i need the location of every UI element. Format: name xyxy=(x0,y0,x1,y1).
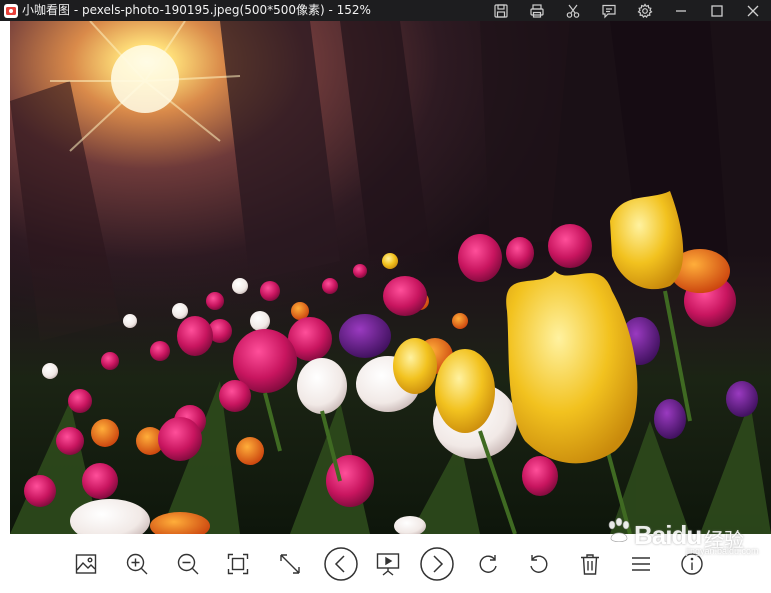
save-button[interactable] xyxy=(483,0,519,21)
actual-size-icon xyxy=(227,553,249,575)
settings-button[interactable] xyxy=(627,0,663,21)
rotate-right-button[interactable] xyxy=(472,548,504,580)
menu-button[interactable] xyxy=(625,548,657,580)
title-toolbar xyxy=(483,0,771,21)
open-image-button[interactable] xyxy=(70,548,102,580)
menu-icon xyxy=(632,557,650,571)
info-icon xyxy=(681,553,703,575)
title-bar: 小咖看图 - pexels-photo-190195.jpeg(500*500像… xyxy=(0,0,771,21)
zoom-out-icon xyxy=(177,553,199,575)
close-button[interactable] xyxy=(735,0,771,21)
close-icon xyxy=(747,5,759,16)
slideshow-button[interactable] xyxy=(372,548,404,580)
previous-button[interactable] xyxy=(322,545,360,583)
slideshow-icon xyxy=(376,553,400,576)
rotate-right-icon xyxy=(479,555,497,573)
print-button[interactable] xyxy=(519,0,555,21)
image-viewport[interactable] xyxy=(0,21,771,534)
bottom-toolbar xyxy=(0,534,771,593)
save-icon xyxy=(494,3,508,18)
zoom-in-button[interactable] xyxy=(121,548,153,580)
print-icon xyxy=(530,3,544,18)
gear-icon xyxy=(637,2,653,18)
info-button[interactable] xyxy=(676,548,708,580)
tulip-photo xyxy=(10,21,771,534)
actual-size-button[interactable] xyxy=(222,548,254,580)
app-logo-icon xyxy=(4,3,18,18)
fit-window-button[interactable] xyxy=(274,548,306,580)
maximize-button[interactable] xyxy=(699,0,735,21)
viewport-margin xyxy=(0,21,10,534)
cut-button[interactable] xyxy=(555,0,591,21)
rotate-left-button[interactable] xyxy=(523,548,555,580)
window-title: 小咖看图 - pexels-photo-190195.jpeg(500*500像… xyxy=(22,3,371,17)
zoom-in-icon xyxy=(126,553,148,575)
image-icon xyxy=(75,554,97,574)
zoom-out-button[interactable] xyxy=(172,548,204,580)
comment-button[interactable] xyxy=(591,0,627,21)
minimize-button[interactable] xyxy=(663,0,699,21)
previous-icon xyxy=(324,547,358,581)
comment-icon xyxy=(602,4,616,18)
next-icon xyxy=(420,547,454,581)
next-button[interactable] xyxy=(418,545,456,583)
trash-icon xyxy=(581,554,599,575)
delete-button[interactable] xyxy=(574,548,606,580)
fit-window-icon xyxy=(280,554,300,574)
minimize-icon xyxy=(676,9,686,12)
scissors-icon xyxy=(566,4,580,18)
maximize-icon xyxy=(711,4,723,17)
rotate-left-icon xyxy=(530,555,548,573)
